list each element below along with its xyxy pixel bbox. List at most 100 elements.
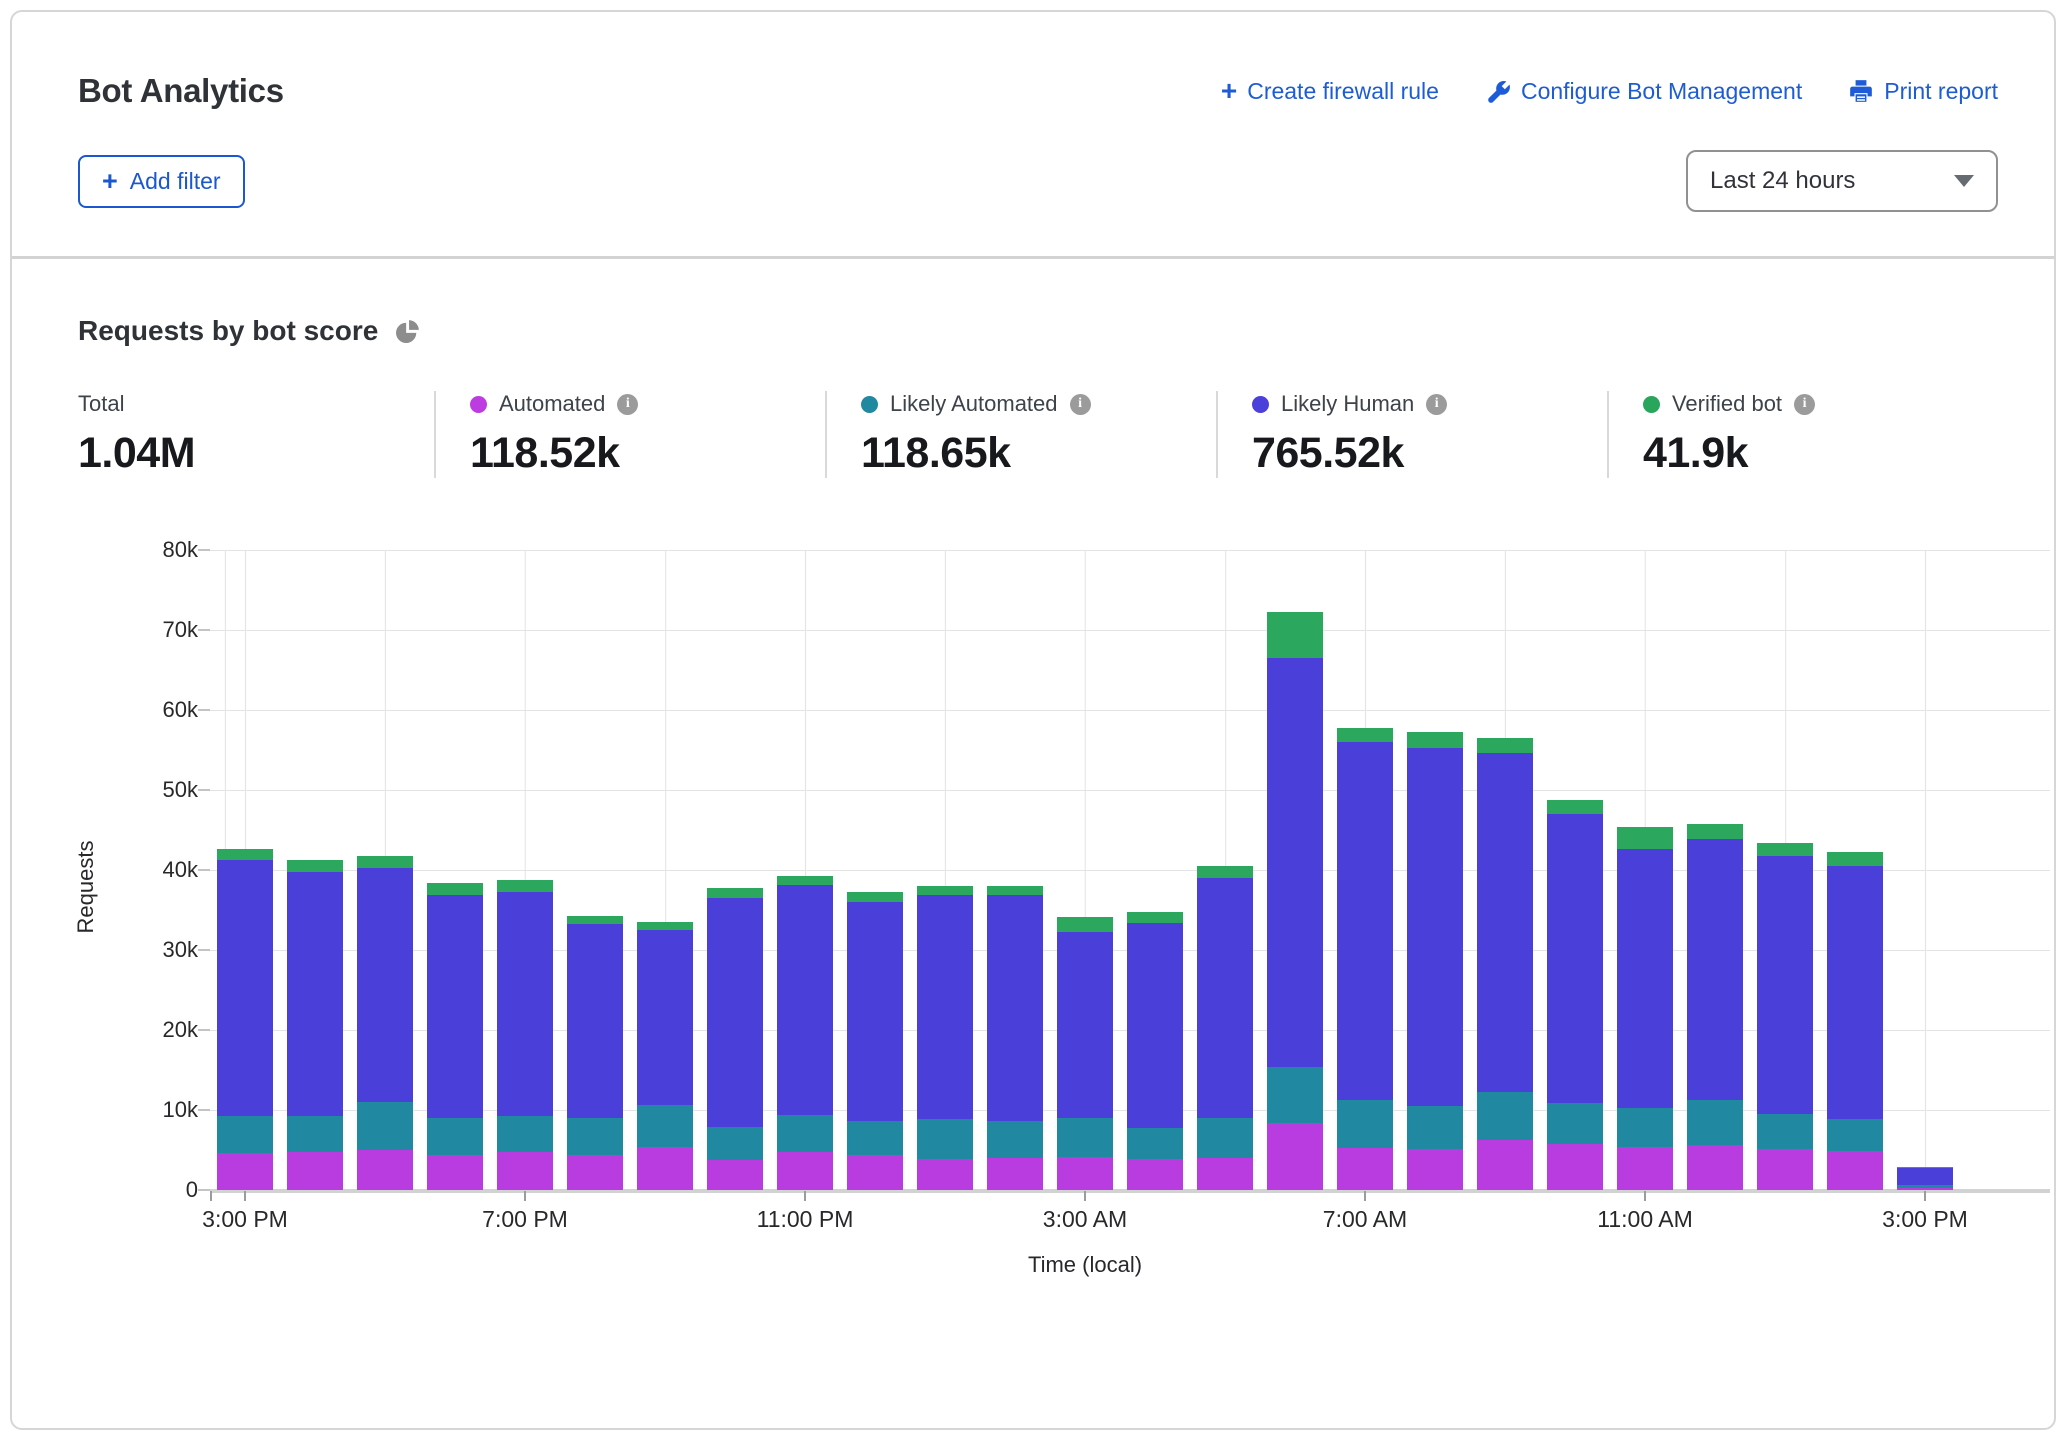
add-filter-button[interactable]: + Add filter xyxy=(78,155,245,208)
time-range-select[interactable]: Last 24 hours xyxy=(1686,150,1998,212)
configure-bot-management-link[interactable]: Configure Bot Management xyxy=(1485,78,1802,105)
info-icon[interactable]: i xyxy=(1070,394,1091,415)
bar-segment-likely-automated[interactable] xyxy=(427,1118,483,1155)
bar-segment-likely-human[interactable] xyxy=(217,860,273,1117)
bar-segment-verified-bot[interactable] xyxy=(427,883,483,895)
bar-segment-automated[interactable] xyxy=(1687,1145,1743,1190)
bar-segment-likely-automated[interactable] xyxy=(1407,1106,1463,1149)
bar-segment-automated[interactable] xyxy=(1337,1148,1393,1190)
bar[interactable] xyxy=(427,883,483,1190)
info-icon[interactable]: i xyxy=(1426,394,1447,415)
bar-segment-likely-automated[interactable] xyxy=(637,1105,693,1147)
bar-segment-likely-automated[interactable] xyxy=(1687,1100,1743,1146)
bar-segment-likely-automated[interactable] xyxy=(1057,1118,1113,1157)
bar-segment-likely-human[interactable] xyxy=(1547,814,1603,1103)
bar-segment-verified-bot[interactable] xyxy=(1547,800,1603,814)
bar-segment-verified-bot[interactable] xyxy=(917,886,973,895)
bar-segment-verified-bot[interactable] xyxy=(1477,738,1533,753)
bar-segment-verified-bot[interactable] xyxy=(567,916,623,924)
bar-segment-likely-automated[interactable] xyxy=(1827,1119,1883,1151)
bar-segment-verified-bot[interactable] xyxy=(1127,912,1183,922)
bar-segment-likely-human[interactable] xyxy=(1617,849,1673,1107)
bar-segment-likely-automated[interactable] xyxy=(1617,1108,1673,1147)
bar-segment-automated[interactable] xyxy=(917,1159,973,1190)
bar-segment-likely-human[interactable] xyxy=(497,892,553,1116)
bar-segment-likely-human[interactable] xyxy=(1337,742,1393,1100)
bar-segment-automated[interactable] xyxy=(287,1152,343,1190)
bar-segment-automated[interactable] xyxy=(217,1153,273,1190)
bar[interactable] xyxy=(1337,728,1393,1190)
bar-segment-automated[interactable] xyxy=(1897,1188,1953,1190)
bar-segment-verified-bot[interactable] xyxy=(1827,852,1883,866)
bar-segment-verified-bot[interactable] xyxy=(847,892,903,902)
bar[interactable] xyxy=(917,886,973,1190)
bar-segment-automated[interactable] xyxy=(1617,1147,1673,1190)
bar-segment-likely-human[interactable] xyxy=(1897,1168,1953,1186)
bar-segment-likely-automated[interactable] xyxy=(987,1121,1043,1158)
bar-segment-automated[interactable] xyxy=(707,1160,763,1190)
bar-segment-likely-human[interactable] xyxy=(1197,878,1253,1118)
info-icon[interactable]: i xyxy=(617,394,638,415)
bar-segment-likely-human[interactable] xyxy=(357,868,413,1102)
bar-segment-likely-human[interactable] xyxy=(637,930,693,1105)
bar-segment-likely-automated[interactable] xyxy=(1757,1114,1813,1149)
bar-segment-likely-human[interactable] xyxy=(917,895,973,1119)
bar-segment-automated[interactable] xyxy=(567,1155,623,1190)
print-report-link[interactable]: Print report xyxy=(1848,78,1998,105)
bar-segment-likely-automated[interactable] xyxy=(1477,1092,1533,1139)
bar-segment-likely-automated[interactable] xyxy=(217,1116,273,1153)
bar-segment-likely-human[interactable] xyxy=(847,902,903,1121)
bar-segment-likely-automated[interactable] xyxy=(847,1121,903,1155)
bar-segment-verified-bot[interactable] xyxy=(1057,917,1113,932)
bar[interactable] xyxy=(357,856,413,1190)
bar-segment-automated[interactable] xyxy=(1827,1151,1883,1190)
bar-segment-automated[interactable] xyxy=(1407,1149,1463,1190)
bar[interactable] xyxy=(287,860,343,1190)
bar-segment-likely-automated[interactable] xyxy=(1127,1128,1183,1158)
bar-segment-verified-bot[interactable] xyxy=(777,876,833,885)
bar-segment-automated[interactable] xyxy=(1757,1149,1813,1190)
bar-segment-likely-automated[interactable] xyxy=(567,1118,623,1155)
bar-segment-automated[interactable] xyxy=(987,1158,1043,1190)
bar-segment-automated[interactable] xyxy=(1267,1123,1323,1190)
bar[interactable] xyxy=(1547,800,1603,1190)
bar-segment-likely-automated[interactable] xyxy=(287,1116,343,1153)
bar-segment-likely-human[interactable] xyxy=(1057,932,1113,1118)
bar[interactable] xyxy=(1687,824,1743,1190)
bar-segment-verified-bot[interactable] xyxy=(287,860,343,871)
bar[interactable] xyxy=(1477,738,1533,1190)
bar-segment-automated[interactable] xyxy=(427,1155,483,1190)
bar-segment-verified-bot[interactable] xyxy=(1757,843,1813,857)
bar[interactable] xyxy=(1127,912,1183,1190)
bar[interactable] xyxy=(1407,732,1463,1190)
bar-segment-verified-bot[interactable] xyxy=(1267,612,1323,658)
bar-segment-likely-human[interactable] xyxy=(1407,748,1463,1106)
bar-segment-verified-bot[interactable] xyxy=(1687,824,1743,838)
bar[interactable] xyxy=(1827,852,1883,1190)
bar-segment-automated[interactable] xyxy=(357,1150,413,1190)
bar-segment-likely-human[interactable] xyxy=(567,924,623,1118)
bar[interactable] xyxy=(1617,827,1673,1190)
bar-segment-verified-bot[interactable] xyxy=(357,856,413,868)
bar[interactable] xyxy=(1897,1167,1953,1190)
bar-segment-likely-human[interactable] xyxy=(1127,923,1183,1129)
bar-segment-verified-bot[interactable] xyxy=(1617,827,1673,849)
bar[interactable] xyxy=(217,849,273,1190)
bar-segment-automated[interactable] xyxy=(1057,1157,1113,1190)
bar-segment-likely-human[interactable] xyxy=(707,898,763,1127)
bar[interactable] xyxy=(637,922,693,1190)
bar-segment-likely-human[interactable] xyxy=(1687,839,1743,1100)
info-icon[interactable]: i xyxy=(1794,394,1815,415)
bar-segment-likely-human[interactable] xyxy=(1267,658,1323,1067)
bar[interactable] xyxy=(1757,843,1813,1190)
bar-segment-likely-human[interactable] xyxy=(1477,753,1533,1092)
bar[interactable] xyxy=(777,876,833,1190)
bar-segment-likely-automated[interactable] xyxy=(1547,1103,1603,1145)
bar[interactable] xyxy=(987,886,1043,1190)
bar-segment-likely-human[interactable] xyxy=(777,885,833,1115)
bar-segment-verified-bot[interactable] xyxy=(987,886,1043,895)
bar-segment-likely-automated[interactable] xyxy=(777,1115,833,1152)
bar[interactable] xyxy=(1267,612,1323,1190)
bar-segment-verified-bot[interactable] xyxy=(1407,732,1463,748)
bar-segment-likely-automated[interactable] xyxy=(1337,1100,1393,1147)
